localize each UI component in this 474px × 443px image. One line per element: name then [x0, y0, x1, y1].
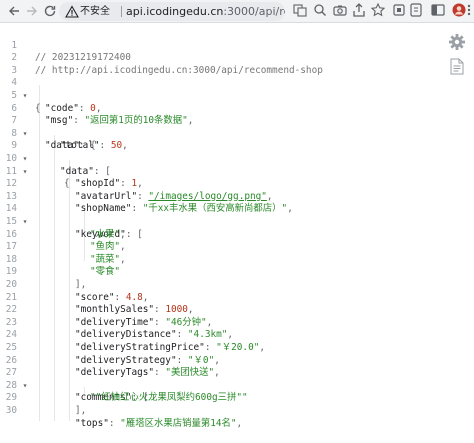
code-line: 8 "total": 50,	[0, 115, 440, 152]
code-line: 29 ],	[0, 380, 440, 416]
json-viewer: 1 // 20231219172400 2 // http://api.icod…	[0, 23, 474, 429]
code-line: 12 "avatarUrl": "/images/logo/gg.png",	[0, 166, 440, 202]
code-line: 18 "零食"	[0, 241, 440, 278]
code-line: 27 ▾ "comments": [	[0, 355, 440, 403]
bracket: ],	[75, 404, 87, 416]
code-line: 10 ▾ {	[0, 140, 440, 189]
code-line: 26 "deliveryTags": "美团快送",	[0, 342, 440, 379]
code-line: 24 "deliveryStratingPrice": "￥20.0",	[0, 317, 440, 353]
json-string: "雁塔区水果店销量第14名"	[120, 417, 237, 429]
warning-icon[interactable]	[65, 4, 79, 18]
url-path: :3000/api/recommend...	[223, 5, 285, 18]
code-line: 23 "deliveryDistance": "4.3km",	[0, 304, 440, 341]
address-bar[interactable]: 不安全 api.icodingedu.cn:3000/api/recommend…	[59, 2, 285, 21]
code-line: 19 ],	[0, 254, 440, 290]
browser-toolbar: 不安全 api.icodingedu.cn:3000/api/recommend…	[0, 0, 474, 23]
url-host: api.icodingedu.cn	[126, 5, 224, 18]
code-line: 28 ""红柚红心火龙果凤梨约600g三拼""	[0, 367, 440, 404]
code-line: 16 "鱼肉",	[0, 216, 440, 253]
bookmark-star-icon[interactable]	[370, 2, 386, 18]
json-entry: "tops": "雁塔区水果店销量第14名",	[75, 417, 243, 429]
code-line: 17 "蔬菜",	[0, 229, 440, 265]
code-line: 14 ▾ "keyword": [	[0, 191, 440, 239]
code-line: 21 "monthlySales": 1000,	[0, 279, 440, 316]
divider	[121, 6, 122, 17]
code-line: 1 // 20231219172400	[0, 27, 440, 64]
zoom-icon[interactable]	[312, 2, 328, 18]
code-line: 9 ▾ "data": [	[0, 128, 440, 176]
url-text[interactable]: api.icodingedu.cn:3000/api/recommend...	[126, 4, 285, 19]
code-line: 13 "shopName": "千xx丰水果（西安高新尚都店）",	[0, 178, 440, 215]
extension-puzzle-icon[interactable]	[408, 2, 424, 18]
line-number: 30	[5, 404, 17, 416]
reload-icon[interactable]	[42, 3, 58, 19]
code-line: 22 "deliveryTime": "46分钟",	[0, 292, 440, 328]
code-line: 4 ▾ {	[0, 65, 440, 113]
code-line: 6 "msg": "返回第1页的10条数据",	[0, 90, 440, 127]
arrow-left-icon[interactable]	[6, 3, 22, 19]
translate-icon[interactable]	[292, 2, 308, 18]
code-line: 3	[0, 52, 440, 76]
arrow-right-icon[interactable]	[24, 3, 40, 19]
share-icon[interactable]	[351, 2, 367, 18]
extensions-icon[interactable]	[391, 2, 407, 18]
gear-icon[interactable]	[448, 33, 466, 51]
insecure-label[interactable]: 不安全	[80, 5, 110, 18]
json-key: "tops"	[75, 417, 109, 429]
code-line: 5 "code": 0,	[0, 77, 440, 114]
code-line: 15 "水果",	[0, 203, 440, 240]
code-line: 7 ▾ "data": {	[0, 103, 440, 151]
camera-icon[interactable]	[332, 2, 348, 18]
code-line: 11 "shopId": 1,	[0, 153, 440, 190]
code-line: 20 "score": 4.8,	[0, 266, 440, 303]
sidebar-icon[interactable]	[430, 2, 446, 18]
code-line: 30 "tops": "雁塔区水果店销量第14名",	[0, 392, 440, 429]
code-line: 25 "deliveryStrategy": "￥0",	[0, 329, 440, 366]
menu-dots-icon[interactable]	[465, 2, 473, 18]
code-line: 2 // http://api.icodingedu.cn:3000/api/r…	[0, 40, 440, 76]
document-icon[interactable]	[450, 58, 464, 75]
